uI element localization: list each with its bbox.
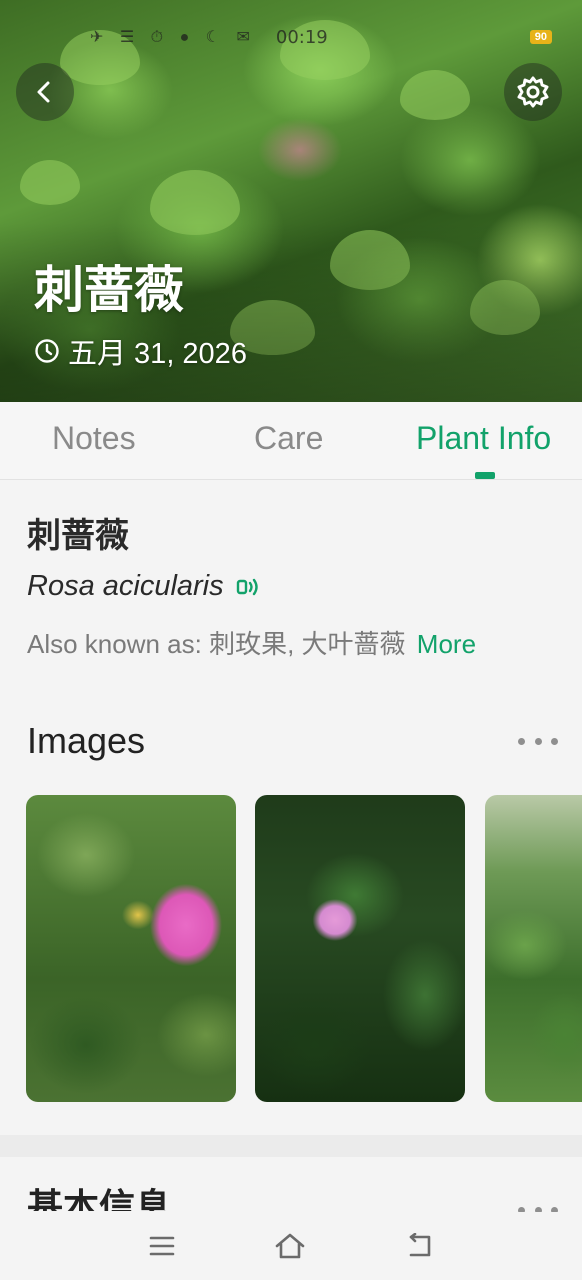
tab-plant-info[interactable]: Plant Info: [416, 420, 551, 457]
dot: [518, 737, 525, 745]
recent-apps-button[interactable]: [142, 1226, 182, 1266]
images-more-options-button[interactable]: [518, 734, 558, 748]
hero-date: 五月 31, 2026: [34, 330, 247, 372]
tab-notes[interactable]: Notes: [52, 420, 136, 457]
status-bar: ✈ ☰ ⏱ ● ☾ ✉ 00:19 90: [90, 22, 552, 52]
latin-name-row: Rosa acicularis: [27, 570, 262, 603]
speaker-icon[interactable]: [236, 576, 262, 598]
plant-image-1[interactable]: [26, 795, 236, 1102]
plant-name: 刺蔷薇: [27, 517, 129, 555]
clock-icon: [35, 339, 59, 363]
aka-label: Also known as:: [27, 629, 202, 659]
basic-info-title: 基本信息: [27, 1186, 172, 1211]
status-icons: ✈ ☰ ⏱ ● ☾ ✉: [90, 29, 256, 46]
plant-image-2[interactable]: [255, 795, 465, 1102]
battery-level: 90: [529, 30, 552, 44]
settings-button[interactable]: [504, 63, 562, 121]
latin-name: Rosa acicularis: [27, 570, 224, 602]
hero-title: 刺蔷薇: [34, 262, 184, 318]
active-tab-indicator: [475, 472, 495, 479]
dot: [534, 737, 542, 745]
back-button[interactable]: [16, 63, 74, 121]
leaf: [20, 160, 80, 205]
date-text: 五月 31, 2026: [68, 338, 247, 370]
menu-icon: [149, 1236, 175, 1256]
home-button[interactable]: [270, 1226, 310, 1266]
tab-bar: Notes Care Plant Info: [0, 402, 582, 480]
home-icon: [275, 1233, 305, 1259]
back-arrow-icon: [37, 81, 50, 103]
status-time: 00:19: [275, 26, 328, 48]
tab-care[interactable]: Care: [254, 420, 323, 457]
plant-image-3[interactable]: [485, 795, 582, 1102]
also-known-as: Also known as: 刺玫果, 大叶蔷薇 More: [27, 624, 476, 661]
system-nav-bar: [0, 1212, 582, 1280]
images-section-title: Images: [27, 720, 146, 761]
more-link[interactable]: More: [417, 629, 476, 659]
dot: [551, 737, 558, 745]
back-nav-button[interactable]: [400, 1226, 440, 1266]
return-icon: [409, 1233, 431, 1257]
aka-values: 刺玫果, 大叶蔷薇: [209, 629, 406, 659]
gear-icon: [517, 76, 549, 108]
leaf: [400, 70, 470, 120]
